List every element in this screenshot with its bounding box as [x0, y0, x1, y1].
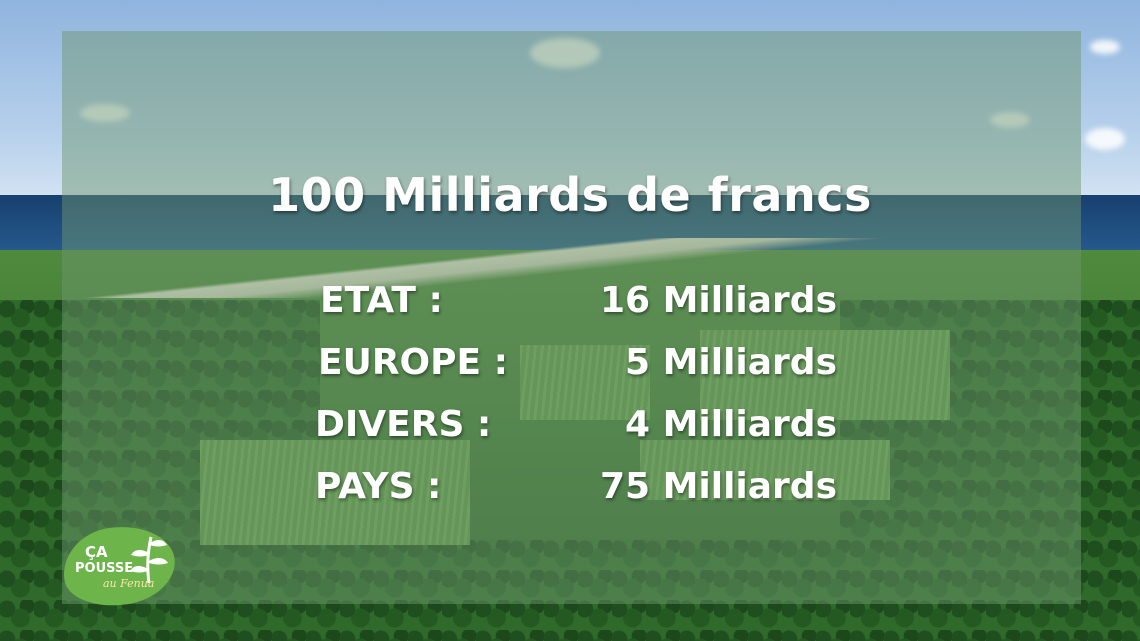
funding-row-pays: PAYS : 75 Milliards — [315, 466, 837, 522]
funding-value: 5 Milliards — [624, 342, 837, 383]
funding-label: ETAT : — [320, 280, 443, 321]
funding-row-etat: ETAT : 16 Milliards — [320, 280, 837, 336]
cloud — [1090, 40, 1120, 54]
funding-label: PAYS : — [315, 466, 442, 507]
funding-row-europe: EUROPE : 5 Milliards — [318, 342, 837, 398]
funding-label: DIVERS : — [315, 404, 492, 445]
funding-label: EUROPE : — [318, 342, 509, 383]
logo-text-line2: POUSSE — [75, 561, 134, 576]
funding-value: 4 Milliards — [624, 404, 837, 445]
funding-row-divers: DIVERS : 4 Milliards — [315, 404, 837, 460]
funding-value: 75 Milliards — [599, 466, 837, 507]
logo-text-line3: au Fenua — [103, 577, 155, 590]
funding-value: 16 Milliards — [599, 280, 837, 321]
logo-text-line1: ÇA — [85, 543, 108, 561]
funding-title: 100 Milliards de francs — [268, 168, 872, 222]
cloud — [1085, 128, 1125, 150]
ca-pousse-logo: ÇA POUSSE au Fenua — [58, 519, 180, 613]
